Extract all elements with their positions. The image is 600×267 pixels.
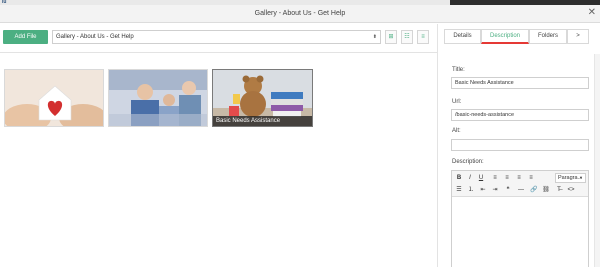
outdent-icon[interactable]: ⇤ [478,185,488,195]
detail-view-icon[interactable]: ≡ [417,30,429,44]
gallery-item-2[interactable] [108,69,208,127]
editor-toolbar: B I U ≡ ≡ ≡ ≡ Paragra... ▼ ☰ ⒈ ⇤ ⇥ ❝ — 🔗… [452,171,588,197]
grid-view-icon[interactable]: ⊞ [385,30,397,44]
dialog-title: Gallery - About Us - Get Help [254,10,346,17]
url-field[interactable]: /basic-needs-assistance [451,109,589,121]
select-caret-icon: ⬍ [372,34,377,40]
gallery-toolbar: Add File Gallery - About Us - Get Help ⬍… [0,24,437,53]
title-field[interactable]: Basic Needs Assistance [451,77,589,89]
url-label: Url: [452,99,462,105]
tab-description[interactable]: Description [481,29,529,44]
thumbnail-caption: Basic Needs Assistance [213,116,312,126]
italic-icon[interactable]: I [465,173,475,183]
description-editor[interactable]: B I U ≡ ≡ ≡ ≡ Paragra... ▼ ☰ ⒈ ⇤ ⇥ ❝ — 🔗… [451,170,589,267]
unlink-icon[interactable]: ⛓ [541,185,551,195]
paragraph-format-select[interactable]: Paragra... ▼ [555,173,586,183]
alt-field[interactable] [451,139,589,151]
bold-icon[interactable]: B [454,173,464,183]
blockquote-icon[interactable]: ❝ [503,185,513,195]
tab-folders[interactable]: Folders [529,29,567,44]
source-code-icon[interactable]: <> [566,185,576,195]
close-icon[interactable]: ✕ [588,8,596,18]
numbered-list-icon[interactable]: ⒈ [466,185,476,195]
thumbnail-image [109,70,207,126]
gallery-item-1[interactable] [4,69,104,127]
link-icon[interactable]: 🔗 [529,185,539,195]
add-file-button[interactable]: Add File [3,30,48,44]
clear-format-icon[interactable]: T̶ [554,185,564,195]
gallery-grid: Basic Needs Assistance [0,54,437,267]
chevron-down-icon: ▼ [579,175,583,180]
title-label: Title: [452,67,465,73]
align-justify-icon[interactable]: ≡ [526,173,536,183]
horizontal-rule-icon[interactable]: — [516,185,526,195]
alt-label: Alt: [452,128,461,134]
panel-scrollbar[interactable] [594,54,600,267]
tab-more[interactable]: > [567,29,589,44]
align-left-icon[interactable]: ≡ [490,173,500,183]
gallery-item-3[interactable]: Basic Needs Assistance [212,69,313,127]
folder-select-value: Gallery - About Us - Get Help [56,34,134,40]
underline-icon[interactable]: U [476,173,486,183]
indent-icon[interactable]: ⇥ [490,185,500,195]
align-center-icon[interactable]: ≡ [502,173,512,183]
thumbnail-image [5,70,103,126]
align-right-icon[interactable]: ≡ [514,173,524,183]
description-label: Description: [452,159,484,165]
bullet-list-icon[interactable]: ☰ [454,185,464,195]
folder-select[interactable]: Gallery - About Us - Get Help ⬍ [52,30,381,44]
list-view-icon[interactable]: ☷ [401,30,413,44]
panel-divider [437,24,438,267]
tab-details[interactable]: Details [444,29,481,44]
dialog-titlebar: Gallery - About Us - Get Help ✕ [0,5,600,23]
